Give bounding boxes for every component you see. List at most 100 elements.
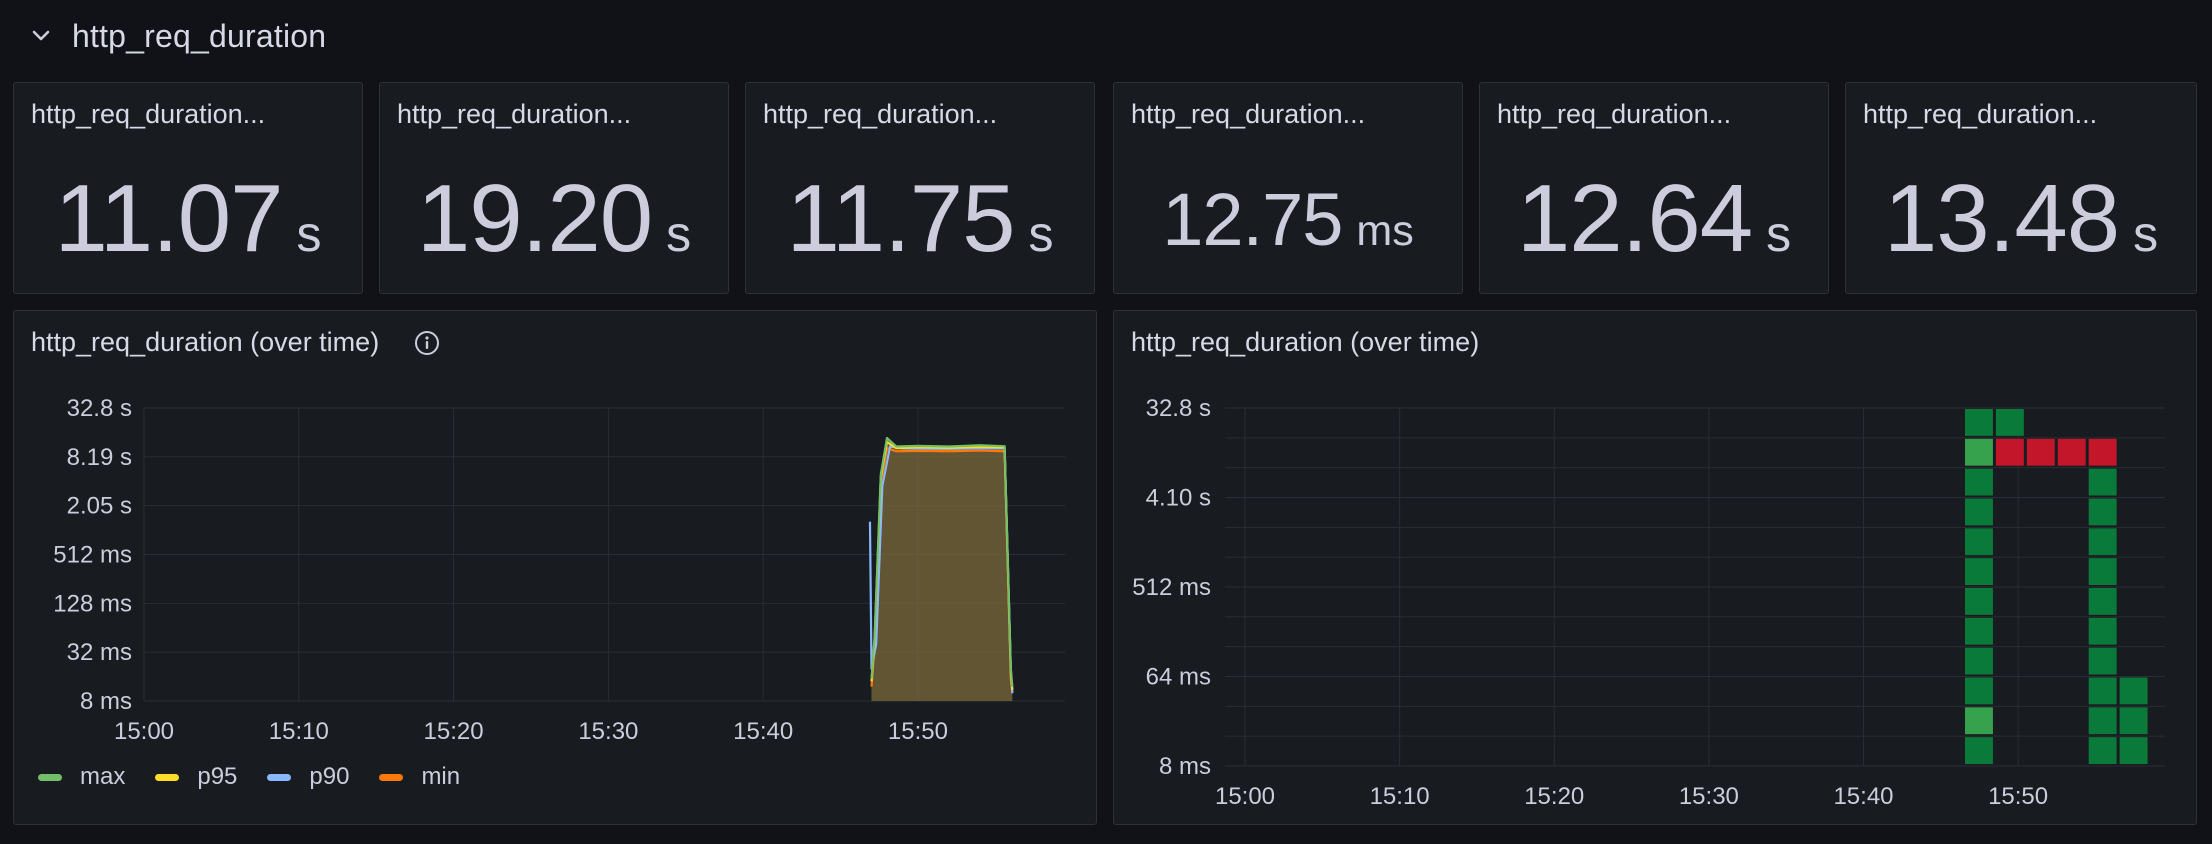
y-tick-label: 128 ms — [53, 590, 132, 617]
row-title: http_req_duration — [72, 17, 327, 54]
panel-title: http_req_duration... — [1497, 99, 1732, 129]
legend-swatch — [267, 773, 292, 781]
legend-swatch — [155, 773, 180, 781]
stat-unit: s — [666, 206, 692, 262]
heatmap-cell[interactable] — [2088, 617, 2117, 645]
heatmap-cell[interactable] — [2057, 438, 2086, 466]
x-tick-label: 15:30 — [1679, 783, 1739, 810]
legend-label: p95 — [197, 763, 238, 790]
heatmap-cell[interactable] — [1964, 588, 1993, 615]
chevron-down-icon[interactable] — [28, 23, 54, 49]
heatmap-cell[interactable] — [2088, 737, 2117, 764]
stat-number: 19.20 — [416, 165, 653, 272]
panel-title: http_req_duration... — [763, 99, 998, 129]
stat-number: 11.07 — [54, 165, 283, 272]
stat-panel[interactable]: http_req_duration... 11.07 s — [13, 82, 363, 294]
stat-number: 12.64 — [1516, 165, 1753, 272]
heatmap-cell[interactable] — [2088, 498, 2117, 526]
y-tick-label: 32.8 s — [67, 395, 132, 422]
legend-swatch — [379, 773, 404, 781]
stat-panel[interactable]: http_req_duration... 12.64 s — [1479, 82, 1829, 294]
heatmap-cell[interactable] — [1964, 409, 1993, 436]
stat-number: 11.75 — [786, 165, 1015, 272]
x-tick-label: 15:00 — [1215, 783, 1275, 810]
panel-title: http_req_duration... — [1131, 99, 1366, 129]
x-tick-label: 15:30 — [578, 718, 638, 745]
heatmap-cell[interactable] — [2119, 737, 2148, 764]
stat-number: 13.48 — [1883, 165, 2120, 272]
x-tick-label: 15:10 — [269, 718, 329, 745]
timeseries-chart[interactable]: 32.8 s 8.19 s 2.05 s 512 ms 128 ms 32 ms 8 ms 1… — [14, 311, 1098, 751]
heatmap-cell[interactable] — [2088, 438, 2117, 466]
row-header[interactable]: http_req_duration — [28, 14, 326, 58]
stat-unit: s — [1028, 206, 1054, 262]
stat-panel[interactable]: http_req_duration... 11.75 s — [745, 82, 1095, 294]
stat-value: 11.75 s — [746, 171, 1094, 267]
stat-value: 12.75 ms — [1114, 183, 1462, 257]
heatmap-cell[interactable] — [2088, 588, 2117, 615]
heatmap-cell[interactable] — [2026, 438, 2055, 466]
stat-panel[interactable]: http_req_duration... 19.20 s — [379, 82, 729, 294]
heatmap-chart[interactable]: 32.8 s 4.10 s 512 ms 64 ms 8 ms15:00 15:10 15:… — [1114, 311, 2198, 826]
y-tick-label: 4.10 s — [1146, 485, 1211, 512]
panel-title: http_req_duration... — [31, 99, 266, 129]
heatmap-cell[interactable] — [1964, 438, 1993, 466]
heatmap-cell[interactable] — [2088, 468, 2117, 496]
x-tick-label: 15:50 — [888, 718, 948, 745]
heatmap-cell[interactable] — [1964, 677, 1993, 705]
stat-unit: s — [2133, 206, 2159, 262]
stat-value: 13.48 s — [1846, 171, 2196, 267]
stat-unit: s — [1766, 206, 1792, 262]
stat-unit: ms — [1356, 207, 1414, 255]
y-tick-label: 32 ms — [67, 639, 132, 666]
legend-swatch — [38, 773, 62, 781]
x-tick-label: 15:20 — [424, 718, 484, 745]
heatmap-cell[interactable] — [1964, 737, 1993, 764]
legend-label: min — [421, 763, 461, 790]
heatmap-cell[interactable] — [1964, 617, 1993, 645]
x-tick-label: 15:00 — [114, 718, 174, 745]
heatmap-cell[interactable] — [2119, 677, 2148, 705]
heatmap-panel[interactable]: http_req_duration (over time) 32.8 s 4.10… — [1113, 310, 2197, 825]
stat-panel[interactable]: http_req_duration... 13.48 s — [1845, 82, 2197, 294]
stat-value: 19.20 s — [380, 171, 728, 267]
stat-panel[interactable]: http_req_duration... 12.75 ms — [1113, 82, 1463, 294]
heatmap-cell[interactable] — [2119, 707, 2148, 735]
heatmap-cell[interactable] — [2088, 707, 2117, 735]
heatmap-cell[interactable] — [1964, 558, 1993, 585]
legend-item[interactable]: max — [38, 763, 125, 791]
stat-value: 12.64 s — [1480, 171, 1828, 267]
heatmap-cell[interactable] — [2088, 677, 2117, 705]
heatmap-cell[interactable] — [1964, 498, 1993, 526]
timeseries-panel[interactable]: http_req_duration (over time) 32.8 s 8.19… — [13, 310, 1097, 825]
heatmap-cell[interactable] — [1964, 468, 1993, 496]
legend-item[interactable]: p95 — [155, 763, 237, 791]
heatmap-cell[interactable] — [1964, 647, 1993, 675]
y-tick-label: 8 ms — [1159, 753, 1211, 780]
legend-label: p90 — [309, 763, 350, 790]
panel-title: http_req_duration... — [1863, 99, 2098, 129]
stat-number: 12.75 — [1162, 178, 1343, 261]
y-tick-label: 2.05 s — [67, 493, 132, 520]
y-tick-label: 8 ms — [80, 688, 132, 715]
heatmap-cell[interactable] — [1995, 409, 2024, 436]
panel-title: http_req_duration... — [397, 99, 632, 129]
y-tick-label: 64 ms — [1146, 664, 1211, 691]
x-tick-label: 15:10 — [1370, 783, 1430, 810]
x-tick-label: 15:40 — [733, 718, 793, 745]
legend-item[interactable]: min — [379, 763, 460, 791]
heatmap-cell[interactable] — [2088, 528, 2117, 556]
series-area — [871, 437, 1013, 701]
legend-item[interactable]: p90 — [267, 763, 349, 791]
heatmap-cell[interactable] — [1995, 438, 2024, 466]
stat-value: 11.07 s — [14, 171, 362, 267]
heatmap-cell[interactable] — [2088, 558, 2117, 585]
y-tick-label: 512 ms — [53, 542, 132, 569]
heatmap-cell[interactable] — [2088, 647, 2117, 675]
x-tick-label: 15:50 — [1988, 783, 2048, 810]
heatmap-cell[interactable] — [1964, 528, 1993, 556]
y-tick-label: 512 ms — [1132, 574, 1211, 601]
y-tick-label: 8.19 s — [67, 444, 132, 471]
heatmap-cell[interactable] — [1964, 707, 1993, 735]
stat-unit: s — [296, 206, 322, 262]
